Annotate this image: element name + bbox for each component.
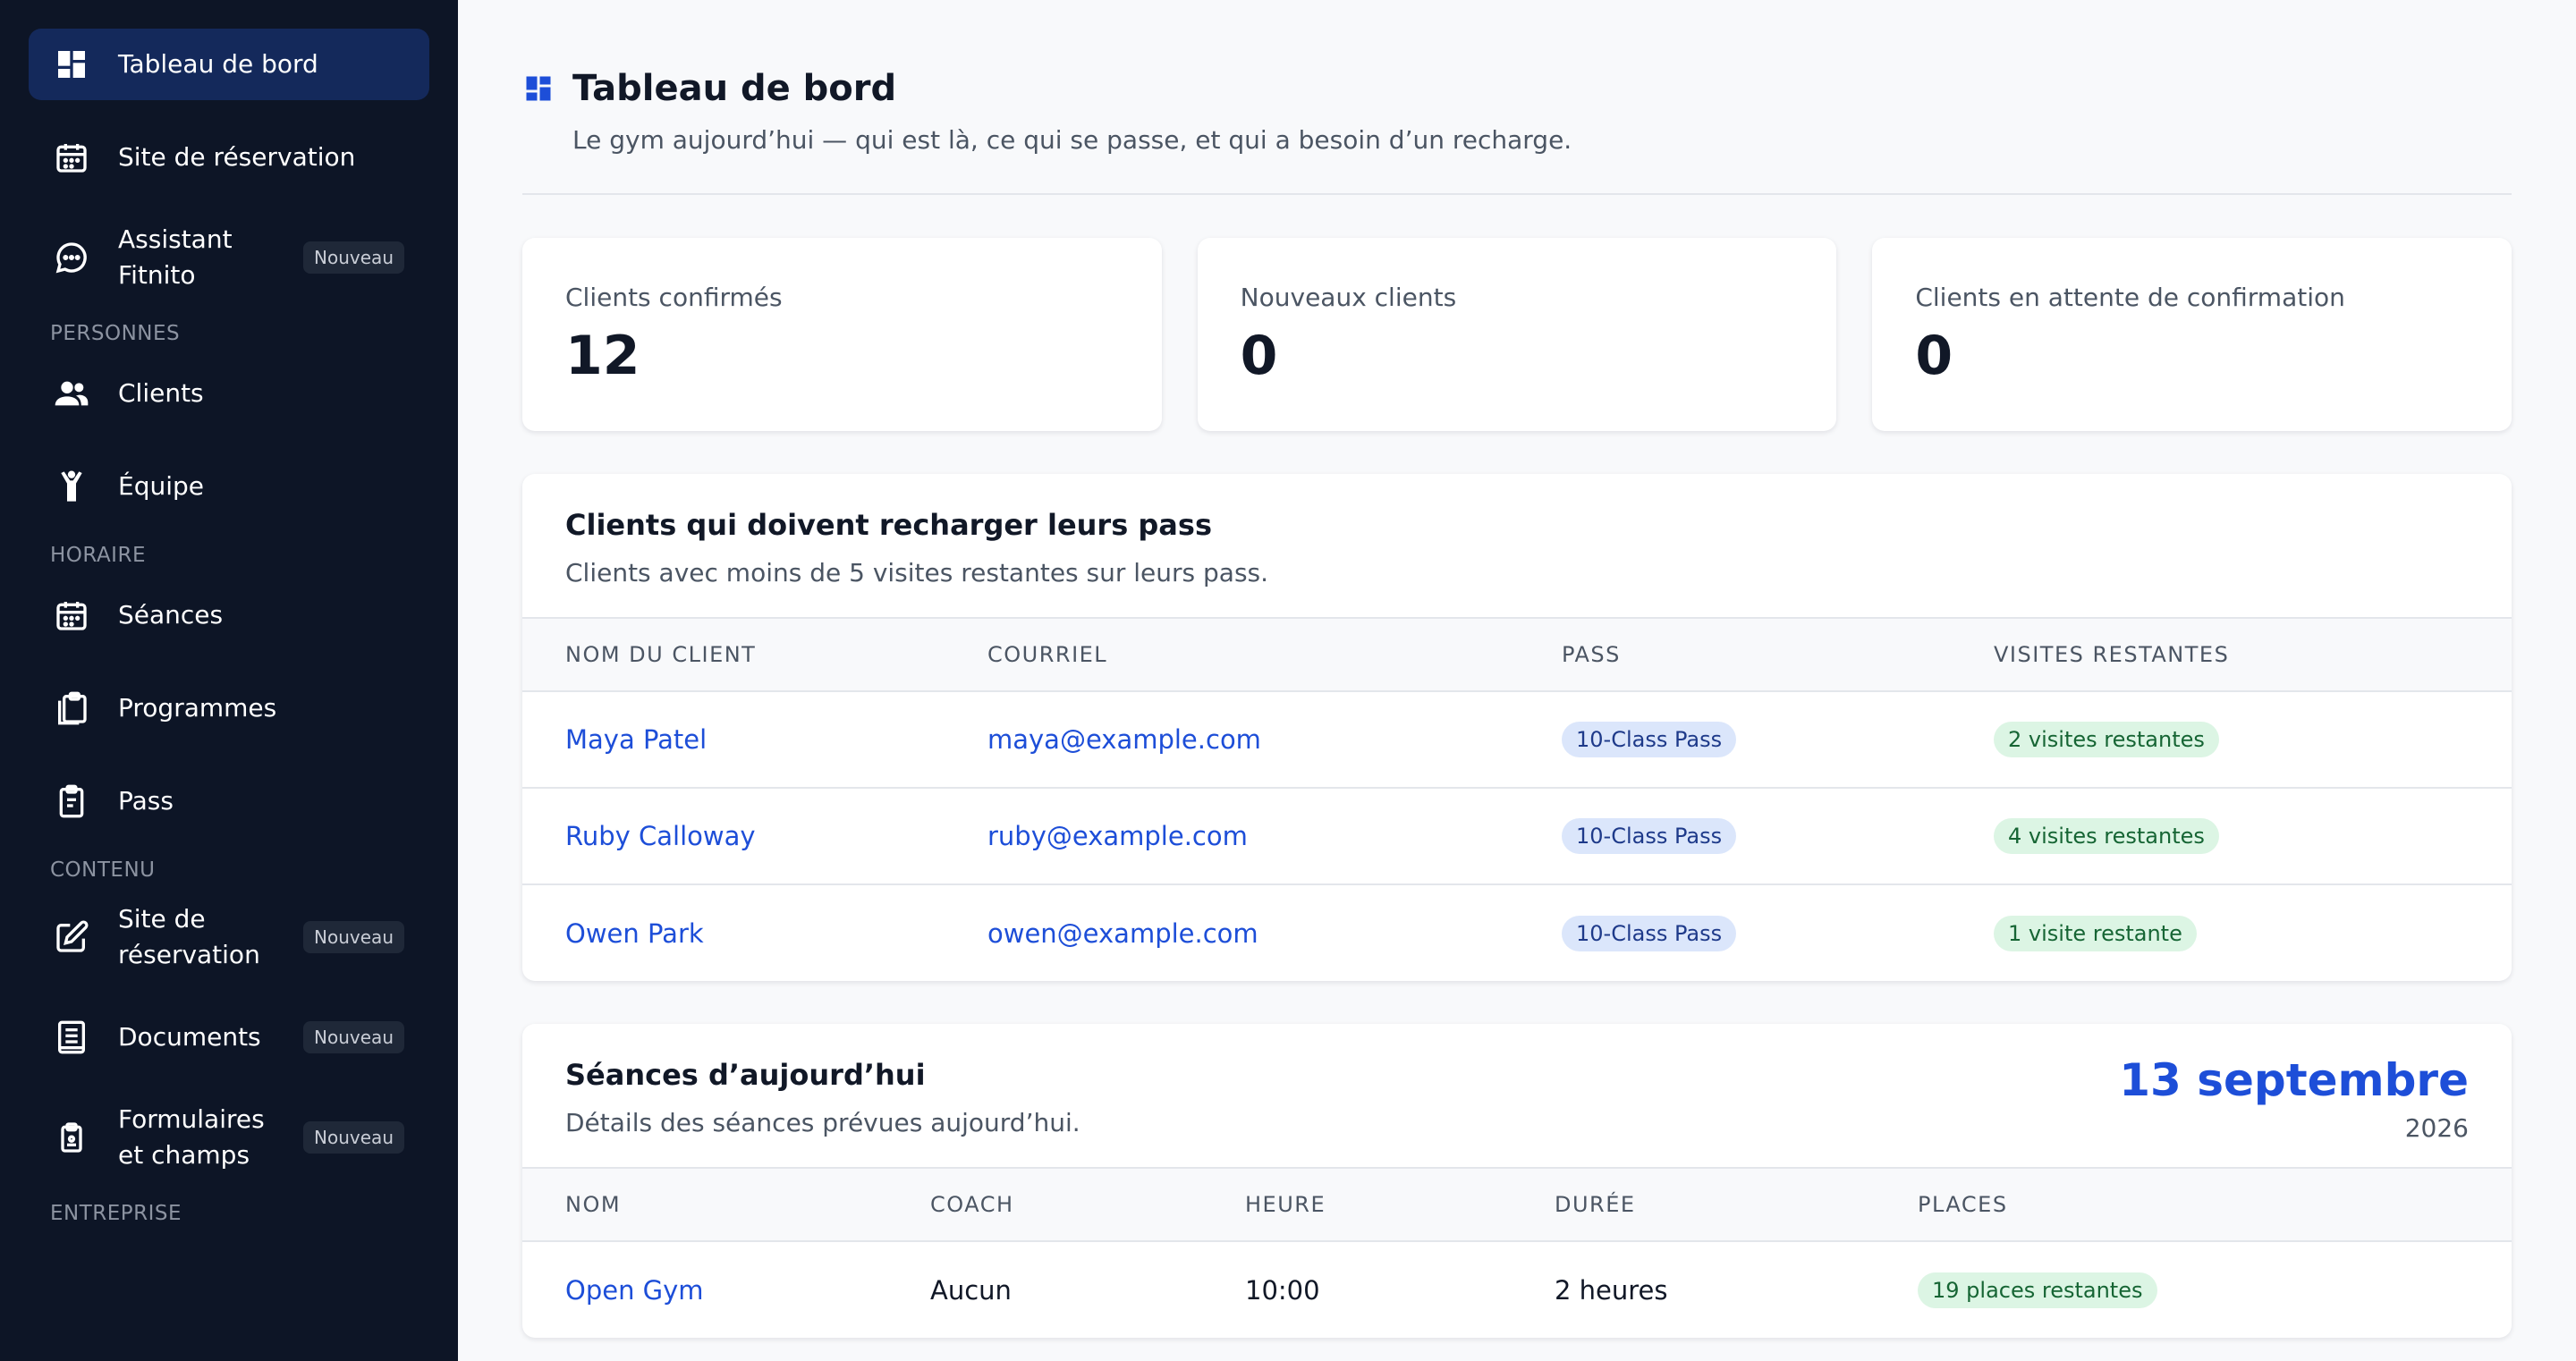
clipboard-stack-icon: [54, 690, 89, 726]
stat-value: 0: [1240, 325, 1278, 387]
person-icon: [54, 469, 89, 504]
sidebar-item-booking-site-editor[interactable]: Site de réservation Nouveau: [29, 894, 429, 980]
column-header[interactable]: PLACES: [1918, 1167, 2512, 1242]
sidebar-item-programs[interactable]: Programmes: [29, 672, 429, 744]
chat-icon: [54, 240, 89, 275]
stat-label: Clients en attente de confirmation: [1915, 283, 2345, 312]
sidebar-item-label: Site de réservation: [118, 904, 260, 969]
date-year: 2026: [2404, 1113, 2469, 1143]
recharge-table: NOM DU CLIENT COURRIEL PASS VISITES REST…: [522, 617, 2512, 981]
client-name-link[interactable]: Ruby Calloway: [565, 821, 756, 851]
pass-badge: 10-Class Pass: [1562, 818, 1737, 854]
sessions-card: Séances d’aujourd’hui Détails des séance…: [522, 1024, 2512, 1338]
column-header[interactable]: DURÉE: [1555, 1167, 1918, 1242]
visits-badge: 1 visite restante: [1994, 915, 2197, 951]
main-content: Tableau de bord Le gym aujourd’hui — qui…: [522, 0, 2512, 1361]
sidebar-item-team[interactable]: Équipe: [29, 451, 429, 522]
client-email-link[interactable]: maya@example.com: [987, 724, 1261, 755]
date-day-month: 13 septembre: [2119, 1054, 2469, 1106]
dashboard-icon: [54, 46, 89, 82]
users-icon: [54, 376, 89, 411]
sessions-table: NOM COACH HEURE DURÉE PLACES Open Gym Au…: [522, 1167, 2512, 1338]
page-header: Tableau de bord Le gym aujourd’hui — qui…: [522, 0, 2512, 195]
sidebar-item-label: Séances: [118, 600, 224, 630]
sidebar-item-documents[interactable]: Documents Nouveau: [29, 1002, 429, 1073]
stat-card-new: Nouveaux clients 0: [1197, 238, 1837, 431]
sidebar-item-dashboard[interactable]: Tableau de bord: [29, 29, 429, 100]
new-badge: Nouveau: [303, 1021, 404, 1053]
stat-card-pending: Clients en attente de confirmation 0: [1872, 238, 2512, 431]
table-row: Maya Patel maya@example.com 10-Class Pas…: [522, 691, 2512, 789]
sidebar-item-label: Tableau de bord: [118, 49, 318, 79]
sidebar-item-label: Documents: [118, 1022, 261, 1052]
client-email-link[interactable]: ruby@example.com: [987, 821, 1248, 851]
stat-value: 0: [1915, 325, 1953, 387]
section-label-people: PERSONNES: [50, 322, 181, 345]
sidebar-item-booking-site[interactable]: Site de réservation: [29, 122, 429, 193]
client-email-link[interactable]: owen@example.com: [987, 918, 1258, 949]
sidebar-item-label: Pass: [118, 786, 174, 816]
date-block: 13 septembre 2026: [2119, 1054, 2469, 1143]
section-label-schedule: HORAIRE: [50, 544, 146, 567]
places-badge: 19 places restantes: [1918, 1272, 2157, 1308]
section-label-company: ENTREPRISE: [50, 1202, 182, 1225]
stat-label: Clients confirmés: [565, 283, 783, 312]
stat-value: 12: [565, 325, 640, 387]
stat-label: Nouveaux clients: [1240, 283, 1457, 312]
new-badge: Nouveau: [303, 1121, 404, 1154]
document-icon: [54, 1019, 89, 1055]
calendar-icon: [54, 597, 89, 633]
column-header[interactable]: VISITES RESTANTES: [1994, 617, 2512, 692]
session-time: 10:00: [1245, 1274, 1320, 1306]
new-badge: Nouveau: [303, 921, 404, 953]
sidebar-item-forms[interactable]: Formulaires et champs Nouveau: [29, 1095, 429, 1180]
sidebar-item-label: Assistant Fitnito: [118, 224, 233, 290]
table-row: Owen Park owen@example.com 10-Class Pass…: [522, 884, 2512, 981]
page-title: Tableau de bord: [572, 68, 897, 109]
sidebar-item-pass[interactable]: Pass: [29, 765, 429, 837]
sidebar-item-label: Programmes: [118, 693, 277, 723]
visits-badge: 2 visites restantes: [1994, 722, 2219, 757]
column-header[interactable]: NOM: [522, 1167, 930, 1242]
client-name-link[interactable]: Owen Park: [565, 918, 704, 949]
session-coach: Aucun: [930, 1274, 1012, 1306]
card-title: Clients qui doivent recharger leurs pass: [565, 508, 1212, 542]
sidebar-item-assistant[interactable]: Assistant Fitnito Nouveau: [29, 215, 429, 300]
session-duration: 2 heures: [1555, 1274, 1668, 1306]
client-name-link[interactable]: Maya Patel: [565, 724, 707, 755]
table-row: Open Gym Aucun 10:00 2 heures 19 places …: [522, 1241, 2512, 1338]
edit-icon: [54, 919, 89, 955]
sidebar-item-label: Équipe: [118, 471, 204, 501]
pass-badge: 10-Class Pass: [1562, 915, 1737, 951]
recharge-card: Clients qui doivent recharger leurs pass…: [522, 474, 2512, 981]
calendar-icon: [54, 139, 89, 175]
session-name-link[interactable]: Open Gym: [565, 1275, 704, 1306]
column-header[interactable]: COACH: [930, 1167, 1245, 1242]
stats-row: Clients confirmés 12 Nouveaux clients 0 …: [522, 238, 2512, 431]
dashboard-icon: [526, 76, 551, 101]
form-icon: [54, 1120, 89, 1155]
sidebar-item-label: Clients: [118, 378, 204, 408]
clipboard-icon: [54, 783, 89, 819]
table-row: Ruby Calloway ruby@example.com 10-Class …: [522, 788, 2512, 885]
sidebar-item-sessions[interactable]: Séances: [29, 579, 429, 651]
section-label-content: CONTENU: [50, 858, 156, 882]
pass-badge: 10-Class Pass: [1562, 722, 1737, 757]
new-badge: Nouveau: [303, 241, 404, 274]
sidebar-item-label: Formulaires et champs: [118, 1104, 265, 1170]
sidebar-item-clients[interactable]: Clients: [29, 358, 429, 429]
sidebar: Tableau de bord Site de réservation Assi…: [0, 0, 458, 1361]
sidebar-item-label: Site de réservation: [118, 142, 356, 172]
stat-card-confirmed: Clients confirmés 12: [522, 238, 1162, 431]
column-header[interactable]: PASS: [1562, 617, 1994, 692]
page-subtitle: Le gym aujourd’hui — qui est là, ce qui …: [572, 125, 1572, 155]
column-header[interactable]: NOM DU CLIENT: [522, 617, 987, 692]
card-description: Clients avec moins de 5 visites restante…: [565, 558, 1269, 588]
column-header[interactable]: COURRIEL: [987, 617, 1562, 692]
column-header[interactable]: HEURE: [1245, 1167, 1555, 1242]
visits-badge: 4 visites restantes: [1994, 818, 2219, 854]
